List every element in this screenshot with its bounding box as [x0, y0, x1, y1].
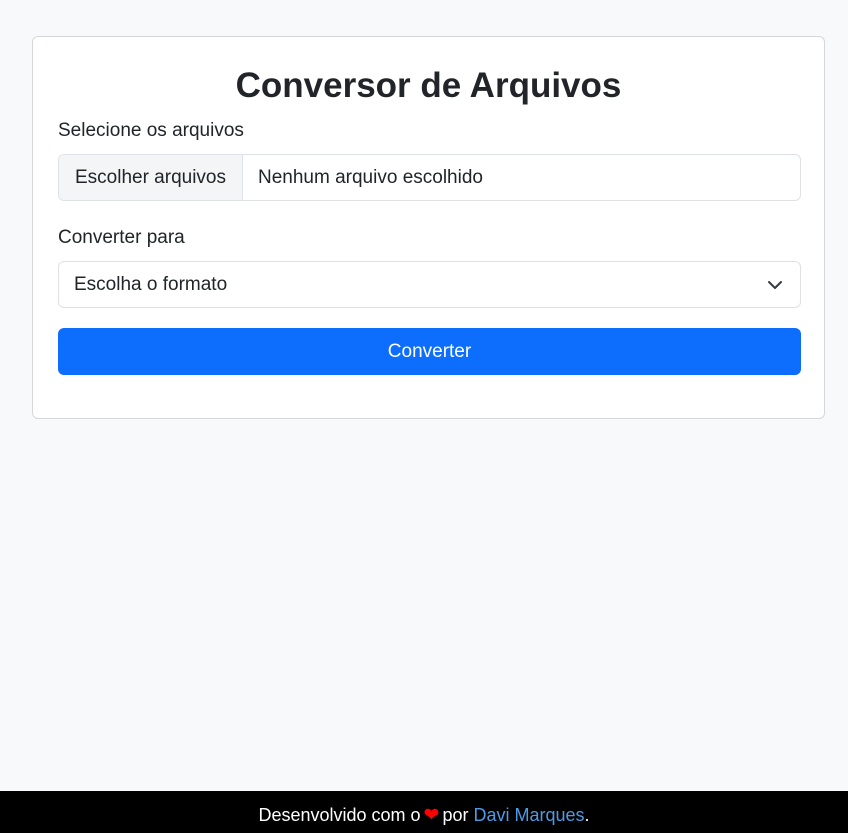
heart-icon: ❤	[423, 804, 440, 826]
file-label: Selecione os arquivos	[58, 120, 244, 141]
footer-text-before: Desenvolvido com o	[258, 804, 421, 825]
format-select[interactable]: Escolha o formato	[58, 261, 801, 308]
author-link[interactable]: Davi Marques	[473, 805, 584, 826]
file-input[interactable]: Escolher arquivos Nenhum arquivo escolhi…	[58, 154, 801, 201]
page: Conversor de Arquivos Selecione os arqui…	[0, 0, 848, 833]
footer-text-middle: por	[442, 804, 469, 825]
footer-text-after: .	[584, 804, 590, 825]
page-title: Conversor de Arquivos	[235, 66, 622, 105]
file-status-text: Nenhum arquivo escolhido	[258, 166, 483, 188]
chevron-down-icon	[768, 281, 782, 289]
footer: Desenvolvido com o ❤ por Davi Marques .	[0, 791, 848, 833]
format-select-value: Escolha o formato	[74, 273, 228, 295]
convert-button[interactable]: Converter	[58, 328, 801, 375]
format-label: Converter para	[58, 227, 185, 248]
choose-files-button[interactable]: Escolher arquivos	[59, 155, 243, 200]
converter-card: Conversor de Arquivos Selecione os arqui…	[32, 36, 825, 419]
